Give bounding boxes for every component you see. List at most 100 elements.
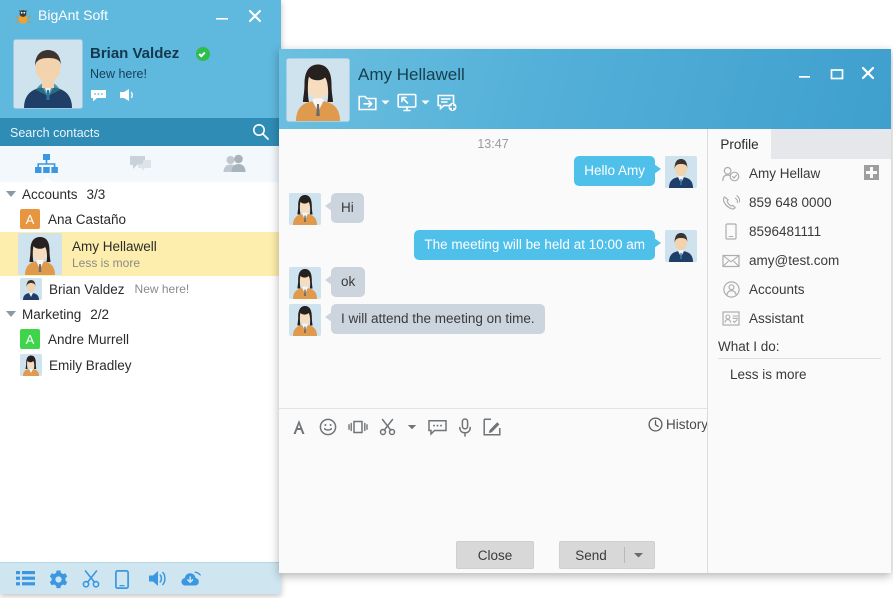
contact-item-emily-bradley[interactable]: Emily Bradley — [0, 352, 281, 378]
speech-bubble-icon[interactable] — [90, 88, 107, 103]
chevron-down-icon — [6, 191, 16, 197]
profile-mobile-value: 8596481111 — [749, 224, 822, 239]
message-input-area[interactable] — [279, 445, 707, 536]
screenshot-scissors-icon[interactable] — [379, 418, 396, 436]
chevron-down-icon — [421, 99, 430, 106]
contact-item-amy-hellawell[interactable]: Amy Hellawell Less is more — [0, 232, 281, 276]
main-window-minimize-icon[interactable] — [213, 8, 231, 26]
profile-detail-list: Amy Hellaw 859 648 0000 8596481111 amy@t… — [708, 159, 891, 382]
tab-organization[interactable] — [0, 146, 94, 183]
send-dropdown-button[interactable] — [622, 541, 655, 569]
chevron-down-icon — [633, 551, 644, 559]
message-row-incoming: ok — [279, 262, 707, 299]
tab-contacts[interactable] — [187, 146, 281, 182]
profile-name-value: Amy Hellaw — [749, 166, 821, 181]
profile-row-title: Assistant — [708, 304, 891, 333]
message-bubble: I will attend the meeting on time. — [325, 304, 545, 334]
letter-avatar: A — [20, 209, 40, 229]
contact-signature: Less is more — [72, 255, 141, 270]
compose-toolbar: History — [279, 409, 718, 445]
message-avatar-male[interactable] — [665, 156, 697, 188]
my-display-name: Brian Valdez — [90, 45, 180, 62]
send-file-button[interactable] — [358, 93, 390, 112]
search-bar[interactable] — [0, 118, 281, 146]
my-profile-block: Brian Valdez New here! — [0, 34, 281, 118]
shake-window-icon[interactable] — [348, 418, 368, 436]
contact-item-brian-valdez[interactable]: Brian Valdez New here! — [0, 276, 281, 302]
add-contact-icon[interactable] — [864, 165, 879, 180]
message-row-outgoing: The meeting will be held at 10:00 am — [279, 225, 707, 262]
contact-name: Brian Valdez — [49, 281, 125, 297]
phone-icon — [720, 194, 742, 211]
profile-row-department: Accounts — [708, 275, 891, 304]
contact-name: Amy Hellawell — [72, 238, 157, 254]
department-icon — [720, 281, 742, 298]
chat-close-icon[interactable] — [858, 63, 878, 83]
megaphone-icon[interactable] — [119, 88, 135, 103]
close-button[interactable]: Close — [456, 541, 534, 569]
voice-message-icon[interactable] — [458, 417, 472, 437]
tab-conversations[interactable] — [94, 146, 188, 182]
profile-panel: Profile Amy Hellaw 859 648 0000 85964811… — [708, 129, 891, 573]
contact-avatar — [20, 278, 42, 300]
screenshot-dropdown-icon[interactable] — [407, 423, 417, 431]
profile-row-phone: 859 648 0000 — [708, 188, 891, 217]
history-label: History — [665, 417, 708, 432]
contact-item-andre-murrell[interactable]: A Andre Murrell — [0, 326, 281, 352]
my-signature: New here! — [90, 67, 147, 81]
message-avatar-female[interactable] — [289, 267, 321, 299]
remote-desktop-button[interactable] — [397, 93, 430, 112]
message-input[interactable] — [279, 445, 699, 528]
group-header-marketing[interactable]: Marketing 2/2 — [0, 302, 281, 326]
list-icon[interactable] — [16, 570, 35, 589]
main-tabs — [0, 146, 281, 183]
id-card-icon — [720, 311, 742, 326]
profile-phone-value: 859 648 0000 — [749, 195, 832, 210]
user-check-icon — [720, 166, 742, 182]
message-area[interactable]: 13:47 Hello Amy Hi The meeting will be h… — [279, 129, 707, 408]
message-bubble: The meeting will be held at 10:00 am — [414, 230, 661, 260]
message-row-incoming: I will attend the meeting on time. — [279, 299, 707, 336]
message-row-outgoing: Hello Amy — [279, 151, 707, 188]
what-i-do-label: What I do: — [718, 339, 780, 354]
add-note-button[interactable] — [437, 93, 457, 112]
main-window-titlebar: BigAnt Soft — [0, 0, 281, 34]
what-i-do-value: Less is more — [730, 367, 807, 382]
my-avatar[interactable] — [13, 39, 83, 109]
ant-logo-icon — [14, 8, 32, 26]
cloud-download-icon[interactable] — [181, 570, 201, 589]
message-bubble: ok — [324, 267, 366, 297]
history-button[interactable]: History — [648, 417, 708, 432]
chat-maximize-icon[interactable] — [828, 65, 846, 83]
contact-list[interactable]: Accounts 3/3 A Ana Castaño Amy Hellawell… — [0, 182, 281, 562]
settings-gear-icon[interactable] — [49, 570, 68, 589]
chat-window: Amy Hellawell 13:47 Hello Amy Hi The mee… — [279, 49, 891, 573]
chevron-down-icon — [6, 311, 16, 317]
chat-contact-avatar[interactable] — [286, 58, 350, 122]
handwriting-icon[interactable] — [483, 418, 501, 436]
font-format-icon[interactable] — [290, 418, 308, 436]
clock-icon — [648, 417, 663, 432]
message-avatar-female[interactable] — [289, 193, 321, 225]
speaker-icon[interactable] — [148, 570, 167, 589]
send-button[interactable]: Send — [559, 541, 623, 569]
chat-window-header: Amy Hellawell — [279, 49, 891, 129]
emoji-icon[interactable] — [319, 418, 337, 436]
contact-signature: New here! — [134, 282, 190, 296]
group-count: 2/2 — [90, 306, 110, 322]
message-avatar-male[interactable] — [665, 230, 697, 262]
quick-reply-icon[interactable] — [428, 419, 447, 436]
group-header-accounts[interactable]: Accounts 3/3 — [0, 182, 281, 206]
main-window-close-icon[interactable] — [245, 6, 265, 26]
my-profile-icons — [90, 88, 135, 103]
search-icon[interactable] — [252, 123, 269, 140]
chat-minimize-icon[interactable] — [796, 65, 814, 83]
scissors-icon[interactable] — [82, 569, 101, 589]
message-avatar-female[interactable] — [289, 304, 321, 336]
message-row-incoming: Hi — [279, 188, 707, 225]
search-input[interactable] — [8, 122, 242, 144]
contact-item-ana-castano[interactable]: A Ana Castaño — [0, 206, 281, 232]
tab-profile[interactable]: Profile — [708, 129, 771, 159]
mobile-icon[interactable] — [115, 569, 134, 589]
contact-name: Ana Castaño — [48, 211, 127, 227]
